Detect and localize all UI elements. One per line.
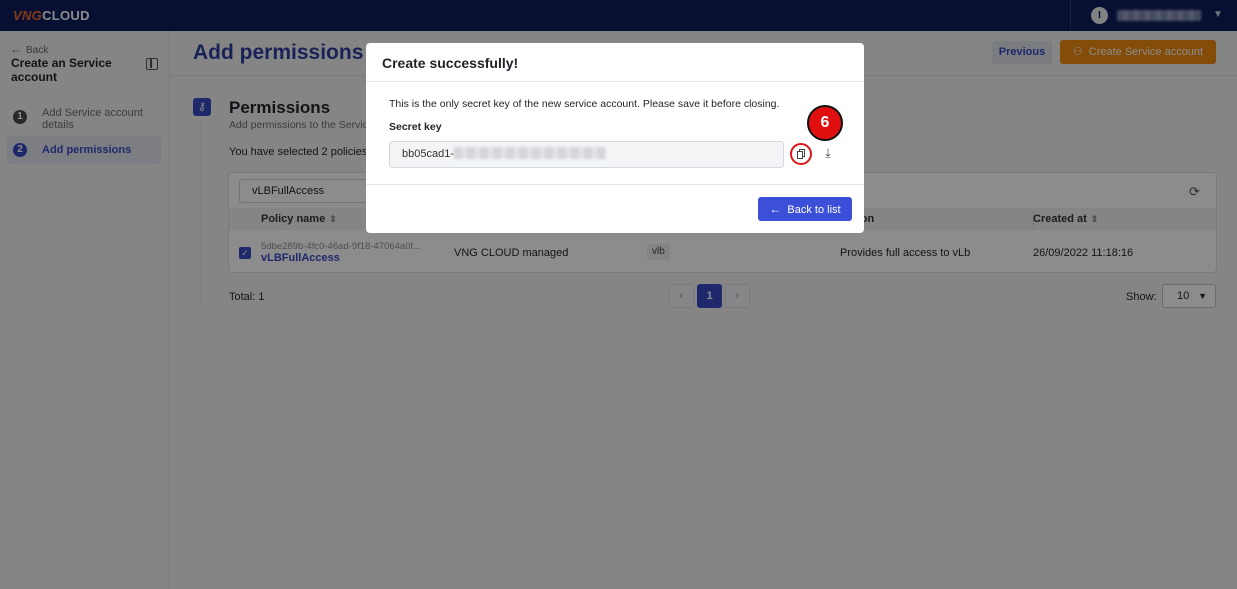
modal-message: This is the only secret key of the new s… bbox=[389, 98, 780, 110]
download-icon[interactable]: ⤓ bbox=[820, 146, 836, 162]
modal-title: Create successfully! bbox=[382, 55, 519, 71]
modal-divider bbox=[366, 81, 864, 82]
back-to-list-label: Back to list bbox=[787, 204, 841, 216]
back-to-list-button[interactable]: ← Back to list bbox=[758, 197, 852, 221]
create-success-modal: Create successfully! This is the only se… bbox=[366, 43, 864, 233]
modal-divider bbox=[366, 184, 864, 185]
arrow-left-icon: ← bbox=[769, 202, 782, 216]
copy-icon-front bbox=[797, 151, 803, 159]
step-badge: 6 bbox=[807, 105, 843, 141]
secret-key-field[interactable]: bb05cad1- bbox=[389, 141, 784, 168]
secret-key-label: Secret key bbox=[389, 121, 442, 133]
secret-key-redacted bbox=[454, 147, 606, 160]
copy-icon[interactable] bbox=[790, 143, 812, 165]
secret-key-prefix: bb05cad1- bbox=[402, 148, 454, 160]
